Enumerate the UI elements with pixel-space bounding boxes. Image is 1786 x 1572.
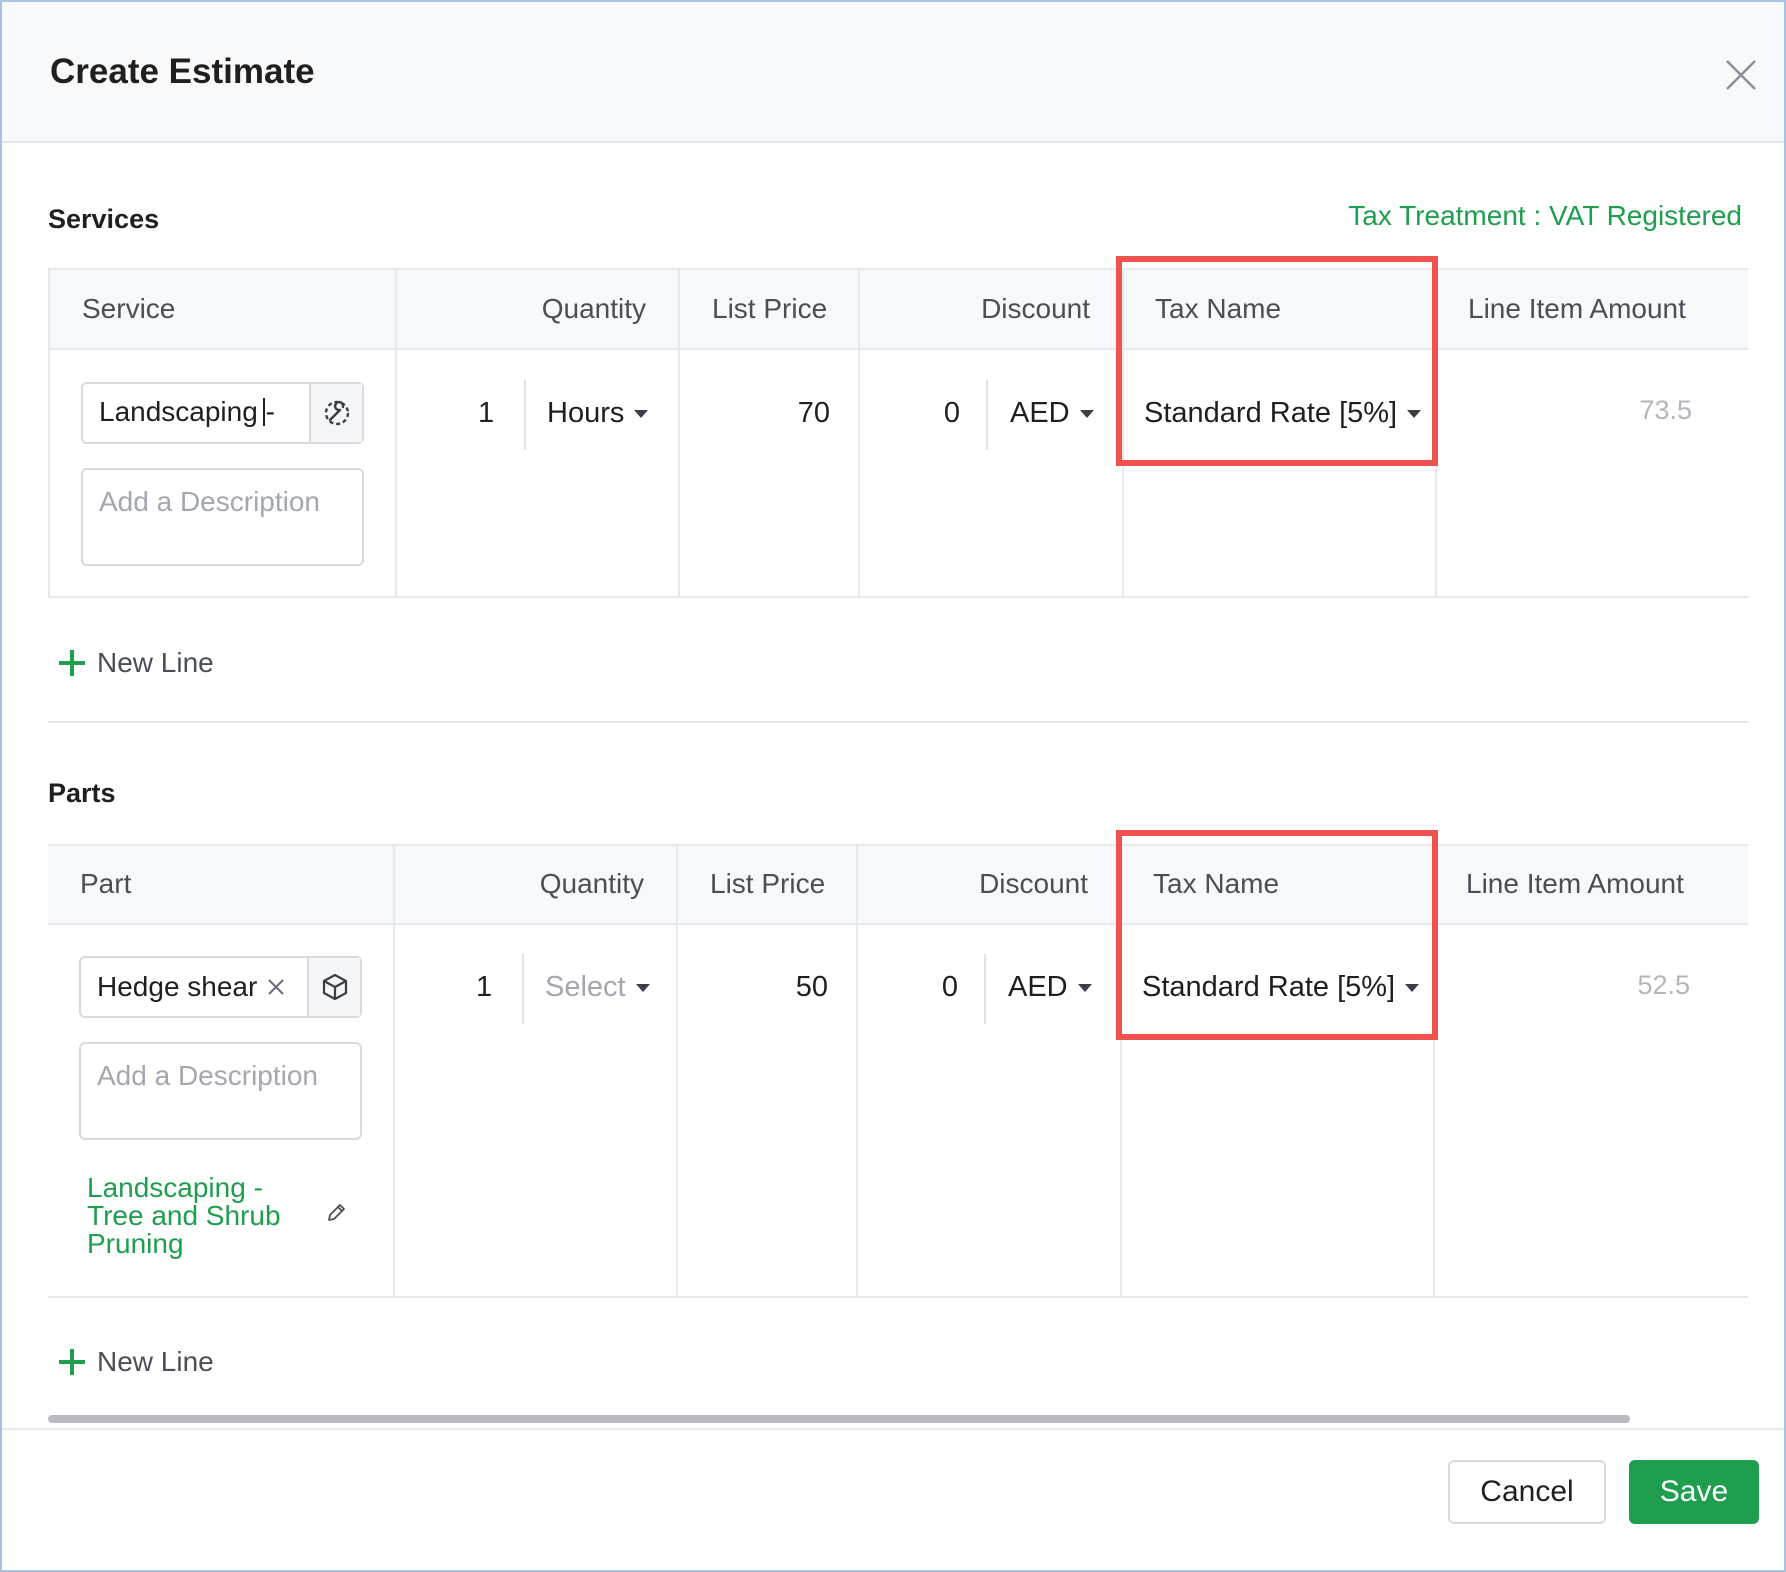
part-select-field[interactable]: Hedge shear [79,956,362,1018]
linked-service-line-1: Landscaping - [87,1172,263,1203]
service-discount-currency-dropdown[interactable]: AED [1010,397,1094,430]
close-icon[interactable] [1724,58,1758,92]
description-placeholder: Add a Description [99,486,321,517]
chevron-down-icon [1077,984,1092,993]
tax-treatment-label: Tax Treatment : VAT Registered [1348,200,1742,231]
service-icon-button[interactable] [309,384,362,442]
service-quantity-input[interactable]: 1 [478,397,494,430]
column-header-line-item-amount: Line Item Amount [1468,293,1686,324]
linked-service-line-3: Pruning [87,1228,184,1259]
description-placeholder: Add a Description [97,1060,319,1091]
unit-value: Hours [547,397,625,429]
pencil-icon[interactable] [325,1202,347,1224]
cancel-button[interactable]: Cancel [1448,1460,1606,1524]
dialog-title: Create Estimate [50,52,315,91]
service-line-item-amount: 73.5 [1639,395,1692,425]
box-icon [322,973,347,1001]
new-line-label: New Line [97,1346,214,1377]
currency-value: AED [1010,397,1070,429]
service-list-price-input[interactable]: 70 [702,397,830,430]
service-value: Landscaping - [99,396,275,427]
part-line-item-amount: 52.5 [1637,970,1690,1000]
column-header-list-price: List Price [710,868,826,899]
linked-service-line-2: Tree and Shrub [87,1200,281,1231]
column-header-line-item-amount: Line Item Amount [1466,868,1684,899]
wrench-gear-icon [324,400,349,426]
services-section-title: Services [48,204,160,234]
currency-value: AED [1008,971,1068,1003]
unit-placeholder: Select [545,971,626,1003]
dialog-header: Create Estimate [2,2,1784,143]
clear-icon[interactable] [267,978,285,996]
part-unit-dropdown[interactable]: Select [545,971,650,1004]
save-button[interactable]: Save [1629,1460,1759,1524]
part-discount-input[interactable]: 0 [900,971,958,1004]
parts-section-title: Parts [48,778,116,808]
plus-icon [59,650,85,676]
column-header-discount: Discount [979,868,1088,899]
new-line-label: New Line [97,647,214,678]
column-header-part: Part [80,868,132,899]
service-select-field[interactable]: Landscaping - [81,382,364,444]
part-list-price-input[interactable]: 50 [700,971,828,1004]
chevron-down-icon [635,984,650,993]
services-new-line-button[interactable]: New Line [59,647,214,679]
horizontal-scrollbar[interactable] [48,1415,1630,1423]
part-value: Hedge shear [97,971,258,1002]
plus-icon [59,1349,85,1375]
part-discount-currency-dropdown[interactable]: AED [1008,971,1092,1004]
chevron-down-icon [634,410,649,419]
column-header-quantity: Quantity [541,293,646,324]
column-header-quantity: Quantity [539,868,644,899]
column-header-discount: Discount [981,293,1090,324]
part-icon-button[interactable] [307,958,360,1016]
part-quantity-input[interactable]: 1 [476,971,492,1004]
tax-name-highlight-box [1116,256,1438,466]
column-header-service: Service [82,293,176,324]
parts-new-line-button[interactable]: New Line [59,1346,214,1378]
part-description-input[interactable]: Add a Description [79,1042,362,1140]
create-estimate-dialog: Create Estimate Services Tax Treatment :… [0,0,1786,1572]
tax-name-highlight-box [1116,830,1438,1040]
service-unit-dropdown[interactable]: Hours [547,397,649,430]
service-description-input[interactable]: Add a Description [81,468,364,566]
linked-service-link[interactable]: Landscaping - Tree and Shrub Pruning [87,1174,281,1258]
chevron-down-icon [1079,410,1094,419]
column-header-list-price: List Price [712,293,828,324]
text-cursor [263,398,265,426]
service-discount-input[interactable]: 0 [902,397,960,430]
